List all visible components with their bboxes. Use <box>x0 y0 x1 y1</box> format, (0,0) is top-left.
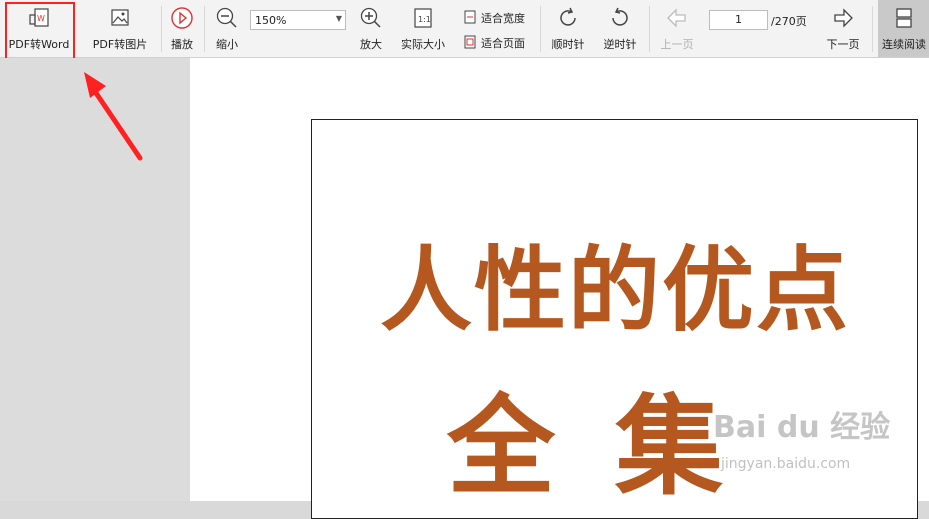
red-arrow-annotation <box>84 72 143 161</box>
fit-page-label: 适合页面 <box>481 37 525 50</box>
zoom-select[interactable]: 150% ▼ <box>250 10 346 30</box>
continuous-reading-label: 连续阅读 <box>882 38 926 51</box>
zoom-in-button[interactable]: 放大 <box>352 0 390 57</box>
rotate-counterclockwise-icon <box>612 7 628 26</box>
prev-page-button[interactable]: 上一页 <box>655 0 699 57</box>
rotate-counterclockwise-label: 逆时针 <box>603 38 637 51</box>
pdf-to-image-button[interactable]: PDF转图片 <box>84 0 156 57</box>
chevron-down-icon: ▼ <box>335 14 342 23</box>
next-page-button[interactable]: 下一页 <box>821 0 865 57</box>
page-total: /270页 <box>771 15 807 28</box>
separator <box>204 6 205 52</box>
fit-width-icon <box>464 10 476 24</box>
actual-size-label: 实际大小 <box>401 38 445 51</box>
separator <box>872 6 873 52</box>
separator <box>649 6 650 52</box>
actual-size-button[interactable]: 1:1 实际大小 <box>396 0 450 57</box>
document-title: 人性的优点 <box>379 236 850 344</box>
page-number-input[interactable]: 1 <box>709 10 768 30</box>
pdf-to-image-label: PDF转图片 <box>92 38 148 51</box>
separator <box>540 6 541 52</box>
fit-width-button[interactable]: 适合宽度 <box>463 8 533 26</box>
rotate-clockwise-label: 顺时针 <box>551 38 585 51</box>
rotate-clockwise-icon <box>560 7 576 26</box>
toolbar: W PDF转Word PDF转图片 播放 缩小 150% ▼ 放大 1:1 实际… <box>0 0 929 70</box>
continuous-reading-button[interactable]: 连续阅读 <box>878 0 929 57</box>
zoom-out-button[interactable]: 缩小 <box>208 0 246 57</box>
next-page-label: 下一页 <box>826 38 860 51</box>
baidu-watermark: Bai du 经验 jingyan.baidu.com <box>713 400 927 480</box>
svg-text:1:1: 1:1 <box>418 15 431 24</box>
zoom-in-icon <box>360 7 381 28</box>
arrow-left-icon <box>667 8 686 28</box>
rotate-clockwise-button[interactable]: 顺时针 <box>546 0 590 57</box>
actual-size-icon: 1:1 <box>414 8 432 28</box>
zoom-out-label: 缩小 <box>216 38 238 51</box>
play-button[interactable]: 播放 <box>163 0 201 57</box>
zoom-out-icon <box>216 7 237 28</box>
fit-page-icon <box>464 35 476 49</box>
zoom-value: 150% <box>255 14 287 27</box>
prev-page-label: 上一页 <box>660 38 694 51</box>
rotate-counterclockwise-button[interactable]: 逆时针 <box>598 0 642 57</box>
fit-width-label: 适合宽度 <box>481 12 525 25</box>
watermark-url: jingyan.baidu.com <box>721 456 851 472</box>
arrow-right-icon <box>834 8 853 28</box>
play-label: 播放 <box>171 38 193 51</box>
watermark-brand: Bai du 经验 <box>713 410 891 445</box>
play-icon <box>171 7 193 29</box>
continuous-reading-icon <box>895 8 912 28</box>
separator <box>161 6 162 52</box>
fit-page-button[interactable]: 适合页面 <box>463 33 533 51</box>
zoom-in-label: 放大 <box>360 38 382 51</box>
image-icon <box>111 9 129 26</box>
